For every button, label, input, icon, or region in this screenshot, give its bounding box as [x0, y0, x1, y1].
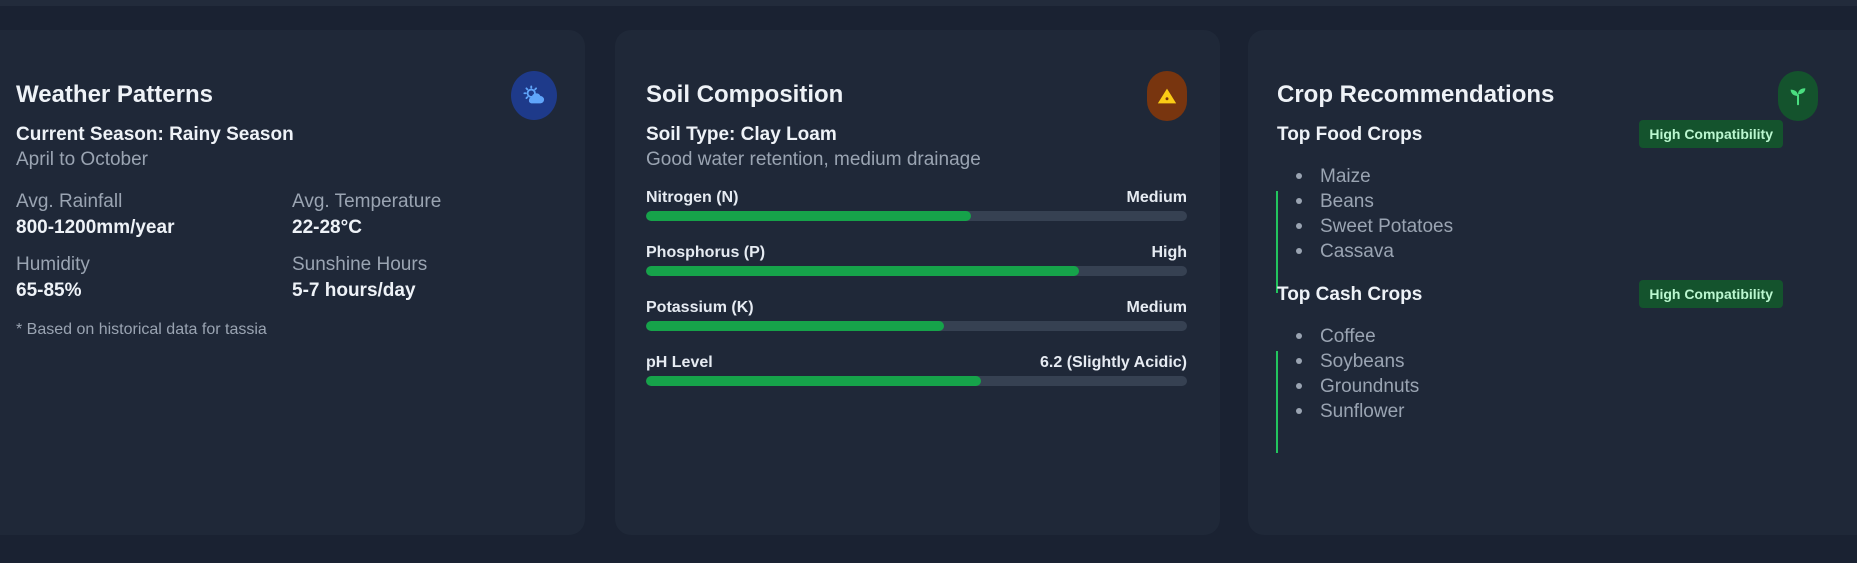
bullet: [1296, 408, 1302, 414]
cloud-sun-icon: [511, 71, 557, 120]
data-source-note: * Based on historical data for tassia: [16, 321, 267, 338]
stat-label-temperature: Avg. Temperature: [292, 191, 442, 212]
food-crops-heading: Top Food Crops: [1277, 124, 1423, 145]
food-crops-list-rule: [1276, 191, 1282, 293]
soil-composition-card: Soil Composition Soil Type: Clay Loam Go…: [615, 30, 1220, 535]
list-item: Beans: [1320, 191, 1374, 212]
soil-type: Soil Type: Clay Loam: [646, 124, 837, 145]
nutrient-label-phosphorus: Phosphorus (P): [646, 244, 766, 261]
nutrient-fill-phosphorus: [646, 266, 1079, 276]
crops-card-title: Crop Recommendations: [1277, 81, 1555, 108]
cash-crops-heading: Top Cash Crops: [1277, 284, 1423, 305]
stat-value-sunshine: 5-7 hours/day: [292, 280, 416, 301]
crop-recommendations-card: Crop Recommendations Top Food Crops High…: [1248, 30, 1857, 535]
nutrient-bar-phosphorus: [646, 266, 1187, 276]
bullet: [1296, 248, 1302, 254]
bullet: [1296, 223, 1302, 229]
food-crops-compatibility-badge: High Compatibility: [1639, 120, 1783, 148]
nutrient-bar-nitrogen: [646, 211, 1187, 221]
nutrient-value-ph: 6.2 (Slightly Acidic): [1040, 354, 1187, 371]
list-item: Cassava: [1320, 241, 1394, 262]
nutrient-bar-potassium: [646, 321, 1187, 331]
season-range: April to October: [16, 149, 148, 170]
list-item: Groundnuts: [1320, 376, 1420, 397]
nutrient-fill-nitrogen: [646, 211, 971, 221]
cash-crops-compatibility-badge: High Compatibility: [1639, 280, 1783, 308]
current-season: Current Season: Rainy Season: [16, 124, 294, 145]
mountain-icon: [1147, 71, 1187, 121]
weather-card-title: Weather Patterns: [16, 81, 213, 108]
list-item: Coffee: [1320, 326, 1376, 347]
weather-patterns-card: Weather Patterns Current Season: Rainy S…: [0, 30, 585, 535]
nutrient-value-potassium: Medium: [1126, 299, 1187, 316]
list-item: Soybeans: [1320, 351, 1405, 372]
bullet: [1296, 383, 1302, 389]
seedling-icon: [1778, 71, 1818, 121]
soil-card-title: Soil Composition: [646, 81, 844, 108]
nutrient-fill-ph: [646, 376, 982, 386]
list-item: Sunflower: [1320, 401, 1405, 422]
nutrient-label-nitrogen: Nitrogen (N): [646, 189, 739, 206]
bullet: [1296, 198, 1302, 204]
cash-crops-list-rule: [1276, 351, 1282, 453]
list-item: Sweet Potatoes: [1320, 216, 1454, 237]
list-item: Maize: [1320, 166, 1371, 187]
bullet: [1296, 333, 1302, 339]
nutrient-label-potassium: Potassium (K): [646, 299, 754, 316]
nutrient-label-ph: pH Level: [646, 354, 713, 371]
bullet: [1296, 173, 1302, 179]
soil-description: Good water retention, medium drainage: [646, 149, 981, 170]
stat-value-humidity: 65-85%: [16, 280, 82, 301]
nutrient-bar-ph: [646, 376, 1187, 386]
nutrient-value-phosphorus: High: [1151, 244, 1187, 261]
bullet: [1296, 358, 1302, 364]
stat-label-sunshine: Sunshine Hours: [292, 254, 428, 275]
stat-label-humidity: Humidity: [16, 254, 90, 275]
nutrient-fill-potassium: [646, 321, 944, 331]
stat-label-rainfall: Avg. Rainfall: [16, 191, 123, 212]
nutrient-value-nitrogen: Medium: [1126, 189, 1187, 206]
stat-value-temperature: 22-28°C: [292, 217, 362, 238]
top-border: [0, 0, 1857, 6]
stat-value-rainfall: 800-1200mm/year: [16, 217, 175, 238]
